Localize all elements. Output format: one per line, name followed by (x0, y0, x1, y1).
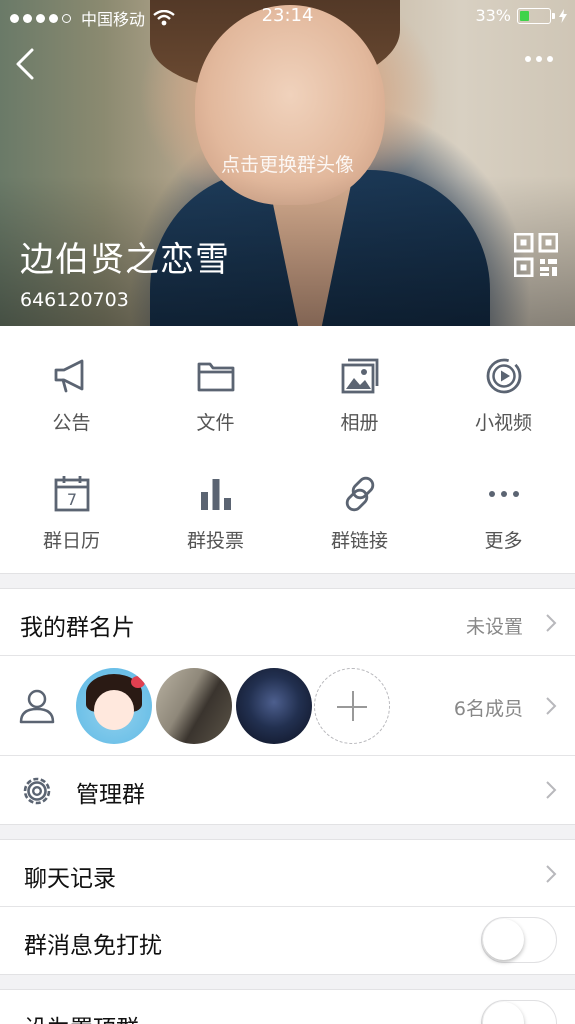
group-name: 边伯贤之恋雪 (20, 240, 230, 280)
member-count: 6名成员 (453, 698, 523, 720)
group-card-row[interactable]: 我的群名片 未设置 (0, 589, 575, 656)
section-divider (0, 974, 575, 990)
function-album[interactable]: 相册 (288, 356, 431, 435)
member-section: 我的群名片 未设置 6名成员 管理群 (0, 589, 575, 824)
calendar-day-number: 7 (66, 490, 76, 509)
function-label: 小视频 (474, 412, 532, 434)
function-files[interactable]: 文件 (144, 356, 287, 435)
members-icon (19, 689, 55, 724)
gear-icon (23, 777, 51, 805)
toggle-knob (483, 919, 524, 960)
battery-icon (517, 7, 555, 24)
qr-code-icon[interactable] (514, 233, 558, 277)
pin-group-title: 设为置顶群 (24, 1009, 139, 1024)
section-divider (0, 824, 575, 840)
group-functions-grid: 公告 文件 相册 小视频 7 群日历 群投票 群链接 更多 (0, 326, 575, 573)
group-profile-page: 中国移动 23:14 33% 点击更换群头像 边伯贤之恋雪 646120703 … (0, 0, 575, 1024)
chat-settings-section: 聊天记录 群消息免打扰 (0, 840, 575, 974)
group-card-value: 未设置 (465, 616, 523, 638)
function-label: 公告 (52, 412, 91, 434)
manage-group-row[interactable]: 管理群 (0, 756, 575, 824)
function-calendar[interactable]: 7 群日历 (0, 474, 143, 553)
member-avatar[interactable] (156, 668, 232, 744)
pin-group-toggle[interactable] (481, 1000, 557, 1024)
charging-bolt-icon (559, 8, 567, 23)
megaphone-icon (54, 359, 83, 393)
toggle-knob (483, 1002, 524, 1024)
function-label: 文件 (196, 412, 235, 434)
calendar-icon: 7 (54, 476, 89, 512)
status-bar: 中国移动 23:14 33% (0, 0, 575, 32)
chat-history-row[interactable]: 聊天记录 (0, 840, 575, 907)
link-icon (345, 476, 374, 512)
group-id: 646120703 (20, 289, 129, 311)
photo-album-icon (341, 358, 378, 394)
function-link[interactable]: 群链接 (288, 474, 431, 553)
add-member-button[interactable] (314, 668, 390, 744)
function-label: 群日历 (42, 530, 100, 552)
chevron-right-icon (546, 697, 557, 715)
member-avatar[interactable] (76, 668, 152, 744)
mute-notifications-row: 群消息免打扰 (0, 907, 575, 974)
video-play-icon (486, 358, 521, 394)
function-label: 更多 (484, 530, 523, 552)
pin-group-row: 设为置顶群 (0, 990, 575, 1024)
more-dots-icon (488, 491, 519, 497)
function-vote[interactable]: 群投票 (144, 474, 287, 553)
chevron-right-icon (546, 614, 557, 632)
bar-chart-icon (200, 479, 231, 510)
change-avatar-hint[interactable]: 点击更换群头像 (0, 150, 575, 177)
mute-notifications-title: 群消息免打扰 (24, 933, 162, 959)
battery-status: 33% (475, 6, 567, 25)
back-button[interactable] (10, 44, 40, 84)
chevron-right-icon (546, 865, 557, 883)
more-options-button[interactable] (525, 56, 553, 62)
folder-icon (197, 362, 234, 392)
function-label: 相册 (340, 412, 379, 434)
function-label: 群投票 (186, 530, 244, 552)
manage-group-title: 管理群 (76, 782, 145, 808)
cover-photo-collar (266, 170, 354, 326)
battery-percent: 33% (475, 6, 511, 25)
group-card-title: 我的群名片 (20, 615, 135, 641)
battery-level-fill (520, 10, 530, 21)
more-dot (547, 56, 553, 62)
section-divider (0, 573, 575, 589)
more-dot (536, 56, 542, 62)
pin-section: 设为置顶群 (0, 990, 575, 1024)
chat-history-title: 聊天记录 (24, 866, 116, 892)
function-more[interactable]: 更多 (432, 474, 575, 553)
function-announcement[interactable]: 公告 (0, 356, 143, 435)
function-short-video[interactable]: 小视频 (432, 356, 575, 435)
members-row[interactable]: 6名成员 (0, 656, 575, 756)
chevron-right-icon (546, 781, 557, 799)
group-cover-header[interactable]: 中国移动 23:14 33% 点击更换群头像 边伯贤之恋雪 646120703 (0, 0, 575, 326)
mute-notifications-toggle[interactable] (481, 917, 557, 963)
member-avatar[interactable] (236, 668, 312, 744)
more-dot (525, 56, 531, 62)
function-label: 群链接 (330, 530, 388, 552)
